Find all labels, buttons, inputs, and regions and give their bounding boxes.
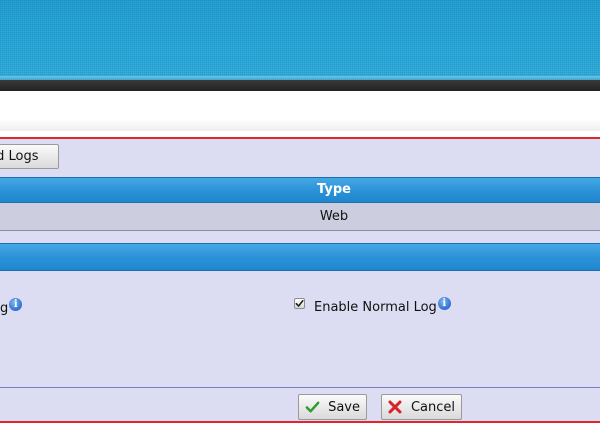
enable-normal-log-label: Enable Normal Log <box>314 299 437 315</box>
save-button-label: Save <box>328 399 360 415</box>
table-header: Type <box>0 177 600 203</box>
nav-bar <box>0 80 600 91</box>
table-cell-type: Web <box>319 209 349 224</box>
checkmark-icon <box>305 401 320 413</box>
cancel-button[interactable]: Cancel <box>381 394 462 420</box>
save-button[interactable]: Save <box>298 394 367 420</box>
breadcrumb-area <box>0 91 600 131</box>
footer-divider <box>0 387 600 388</box>
related-logs-button[interactable]: ted Logs <box>0 144 59 169</box>
app-page: ted Logs Type Web g i Enable Normal Log … <box>0 0 600 423</box>
left-log-option: g i <box>0 297 23 317</box>
info-icon[interactable]: i <box>437 296 451 310</box>
red-x-icon <box>388 400 402 414</box>
top-banner <box>0 0 600 80</box>
info-icon[interactable]: i <box>9 297 23 311</box>
table-row[interactable]: Web <box>0 203 600 231</box>
enable-normal-log-checkbox[interactable] <box>294 297 305 309</box>
section-header <box>0 243 600 271</box>
cancel-button-label: Cancel <box>410 399 455 415</box>
checkmark-icon <box>295 299 304 307</box>
enable-normal-log-option: Enable Normal Log i <box>294 296 451 317</box>
column-header-type[interactable]: Type <box>300 178 368 202</box>
left-log-option-label: g <box>0 300 9 316</box>
